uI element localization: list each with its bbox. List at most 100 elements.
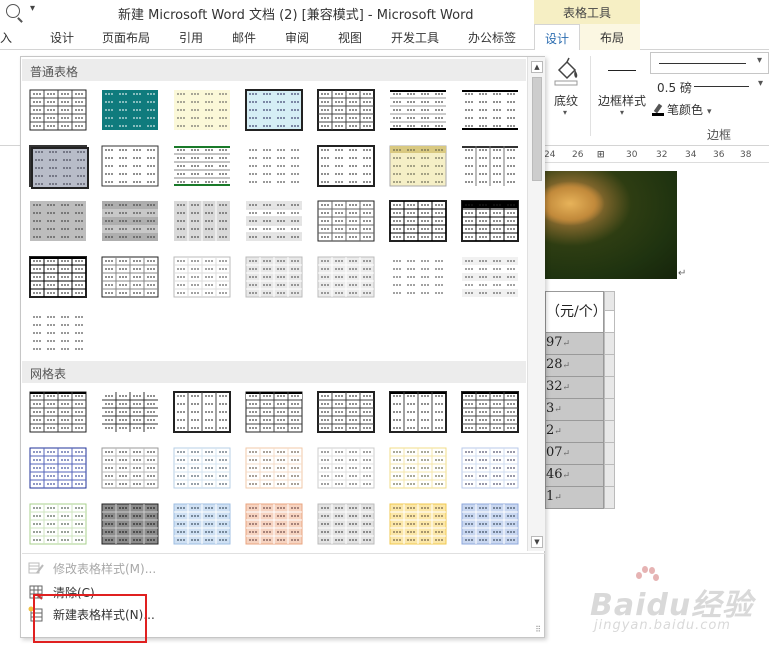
paint-bucket-icon[interactable] bbox=[551, 56, 581, 86]
table-style-thumbnail[interactable] bbox=[173, 89, 231, 131]
table-style-thumbnail[interactable] bbox=[389, 447, 447, 489]
table-style-thumbnail[interactable] bbox=[101, 503, 159, 545]
shading-dropdown-icon[interactable]: ▾ bbox=[563, 108, 567, 117]
table-cell[interactable]: 1↵ bbox=[545, 487, 604, 509]
table-style-thumbnail[interactable] bbox=[29, 312, 87, 354]
table-style-thumbnail[interactable] bbox=[245, 503, 303, 545]
table-style-thumbnail[interactable] bbox=[317, 256, 375, 298]
table-style-thumbnail[interactable] bbox=[317, 145, 375, 187]
table-style-thumbnail[interactable] bbox=[101, 200, 159, 242]
table-style-thumbnail[interactable] bbox=[389, 200, 447, 242]
table-style-thumbnail[interactable] bbox=[173, 200, 231, 242]
tab-page-layout[interactable]: 页面布局 bbox=[102, 29, 150, 46]
table-cell[interactable]: 32↵ bbox=[545, 377, 604, 399]
tab-developer[interactable]: 开发工具 bbox=[391, 29, 439, 46]
table-cell[interactable]: 07↵ bbox=[545, 443, 604, 465]
ribbon-tabs: 插入 设计 页面布局 引用 邮件 审阅 视图 开发工具 办公标签 设计 布局 bbox=[0, 24, 769, 51]
table-style-thumbnail[interactable] bbox=[245, 200, 303, 242]
table-style-thumbnail[interactable] bbox=[101, 447, 159, 489]
tab-references[interactable]: 引用 bbox=[179, 29, 203, 46]
table-style-thumbnail[interactable] bbox=[173, 391, 231, 433]
table-cell[interactable]: 28↵ bbox=[545, 355, 604, 377]
table-cell[interactable]: （元/个） bbox=[545, 291, 604, 333]
line-style-select[interactable] bbox=[650, 52, 769, 74]
table-style-thumbnail[interactable] bbox=[317, 503, 375, 545]
table-style-thumbnail[interactable] bbox=[29, 256, 87, 298]
table-style-thumbnail[interactable] bbox=[389, 391, 447, 433]
window-title: 新建 Microsoft Word 文档 (2) [兼容模式] - Micros… bbox=[118, 8, 474, 23]
table-style-thumbnail[interactable] bbox=[317, 447, 375, 489]
table-style-thumbnail[interactable] bbox=[101, 89, 159, 131]
tab-design[interactable]: 设计 bbox=[50, 29, 74, 46]
table-style-thumbnail[interactable] bbox=[245, 256, 303, 298]
print-preview-icon[interactable] bbox=[6, 4, 20, 18]
table-style-thumbnail[interactable] bbox=[245, 89, 303, 131]
tab-view[interactable]: 视图 bbox=[338, 29, 362, 46]
table-style-preview-icon bbox=[317, 145, 375, 187]
border-styles-button[interactable]: 边框样式 bbox=[598, 92, 646, 109]
document-table[interactable]: （元/个） 97↵ 28↵ 32↵ 3↵ 2↵ 07↵ 46↵ 1↵ bbox=[545, 291, 604, 509]
table-style-thumbnail[interactable] bbox=[29, 503, 87, 545]
gallery-scrollbar[interactable]: ▲ ▼ bbox=[527, 57, 545, 551]
table-style-preview-icon bbox=[29, 256, 87, 298]
table-style-thumbnail[interactable] bbox=[317, 391, 375, 433]
table-style-thumbnail[interactable] bbox=[29, 391, 87, 433]
tab-office-tab[interactable]: 办公标签 bbox=[468, 29, 516, 46]
scroll-down-icon[interactable]: ▼ bbox=[531, 536, 543, 548]
table-style-thumbnail[interactable] bbox=[29, 447, 87, 489]
pen-color-button[interactable]: 笔颜色 ▾ bbox=[652, 101, 712, 118]
table-style-preview-icon bbox=[29, 447, 87, 489]
table-style-preview-icon bbox=[29, 391, 87, 433]
table-cell[interactable]: 2↵ bbox=[545, 421, 604, 443]
table-cell[interactable]: 97↵ bbox=[545, 333, 604, 355]
document-image[interactable] bbox=[545, 171, 677, 279]
table-style-thumbnail[interactable] bbox=[245, 447, 303, 489]
modify-table-style-item[interactable]: 修改表格样式(M)... bbox=[26, 557, 526, 579]
table-style-thumbnail[interactable] bbox=[245, 391, 303, 433]
table-style-thumbnail[interactable] bbox=[461, 89, 519, 131]
table-style-thumbnail[interactable] bbox=[461, 447, 519, 489]
table-style-thumbnail[interactable] bbox=[173, 145, 231, 187]
tab-table-layout[interactable]: 布局 bbox=[600, 29, 624, 46]
table-style-thumbnail[interactable] bbox=[173, 256, 231, 298]
table-style-thumbnail[interactable] bbox=[461, 503, 519, 545]
shading-button[interactable]: 底纹 bbox=[554, 92, 578, 109]
table-style-thumbnail[interactable] bbox=[461, 256, 519, 298]
tab-mailings[interactable]: 邮件 bbox=[232, 29, 256, 46]
table-style-preview-icon bbox=[245, 503, 303, 545]
table-side-cell bbox=[604, 399, 615, 421]
table-style-thumbnail[interactable] bbox=[101, 256, 159, 298]
tab-review[interactable]: 审阅 bbox=[285, 29, 309, 46]
tab-insert[interactable]: 插入 bbox=[0, 29, 12, 46]
table-style-preview-icon bbox=[390, 257, 446, 297]
table-cell[interactable]: 3↵ bbox=[545, 399, 604, 421]
table-style-thumbnail[interactable] bbox=[173, 503, 231, 545]
table-style-thumbnail[interactable] bbox=[389, 256, 447, 298]
resize-grip-icon[interactable]: ⠿ bbox=[535, 625, 541, 634]
table-style-thumbnail[interactable] bbox=[173, 447, 231, 489]
tab-table-design[interactable]: 设计 bbox=[534, 24, 581, 51]
scroll-up-icon[interactable]: ▲ bbox=[531, 61, 543, 73]
table-style-thumbnail[interactable] bbox=[29, 89, 87, 131]
table-cell[interactable]: 46↵ bbox=[545, 465, 604, 487]
table-style-thumbnail[interactable] bbox=[29, 200, 87, 242]
table-style-thumbnail[interactable] bbox=[461, 145, 519, 187]
border-styles-dropdown-icon[interactable]: ▾ bbox=[620, 108, 624, 117]
table-style-thumbnail[interactable] bbox=[389, 89, 447, 131]
quick-access-dropdown-icon[interactable]: ▾ bbox=[30, 3, 35, 14]
table-style-thumbnail[interactable] bbox=[461, 200, 519, 242]
table-style-thumbnail[interactable] bbox=[101, 391, 159, 433]
table-style-thumbnail[interactable] bbox=[101, 145, 159, 187]
table-style-thumbnail[interactable] bbox=[317, 200, 375, 242]
line-weight-preview bbox=[694, 86, 749, 87]
table-style-thumbnail[interactable] bbox=[389, 145, 447, 187]
table-style-thumbnail[interactable] bbox=[245, 145, 303, 187]
table-style-thumbnail[interactable] bbox=[461, 391, 519, 433]
table-style-thumbnail[interactable] bbox=[317, 89, 375, 131]
table-style-thumbnail[interactable] bbox=[389, 503, 447, 545]
scroll-thumb[interactable] bbox=[532, 77, 542, 181]
table-style-thumbnail[interactable] bbox=[29, 145, 89, 189]
horizontal-ruler[interactable]: 24 26 ⊞ 30 32 34 36 38 bbox=[540, 147, 769, 163]
line-weight-select[interactable]: 0.5 磅 ▾ bbox=[650, 76, 769, 96]
table-style-preview-icon bbox=[461, 447, 519, 489]
